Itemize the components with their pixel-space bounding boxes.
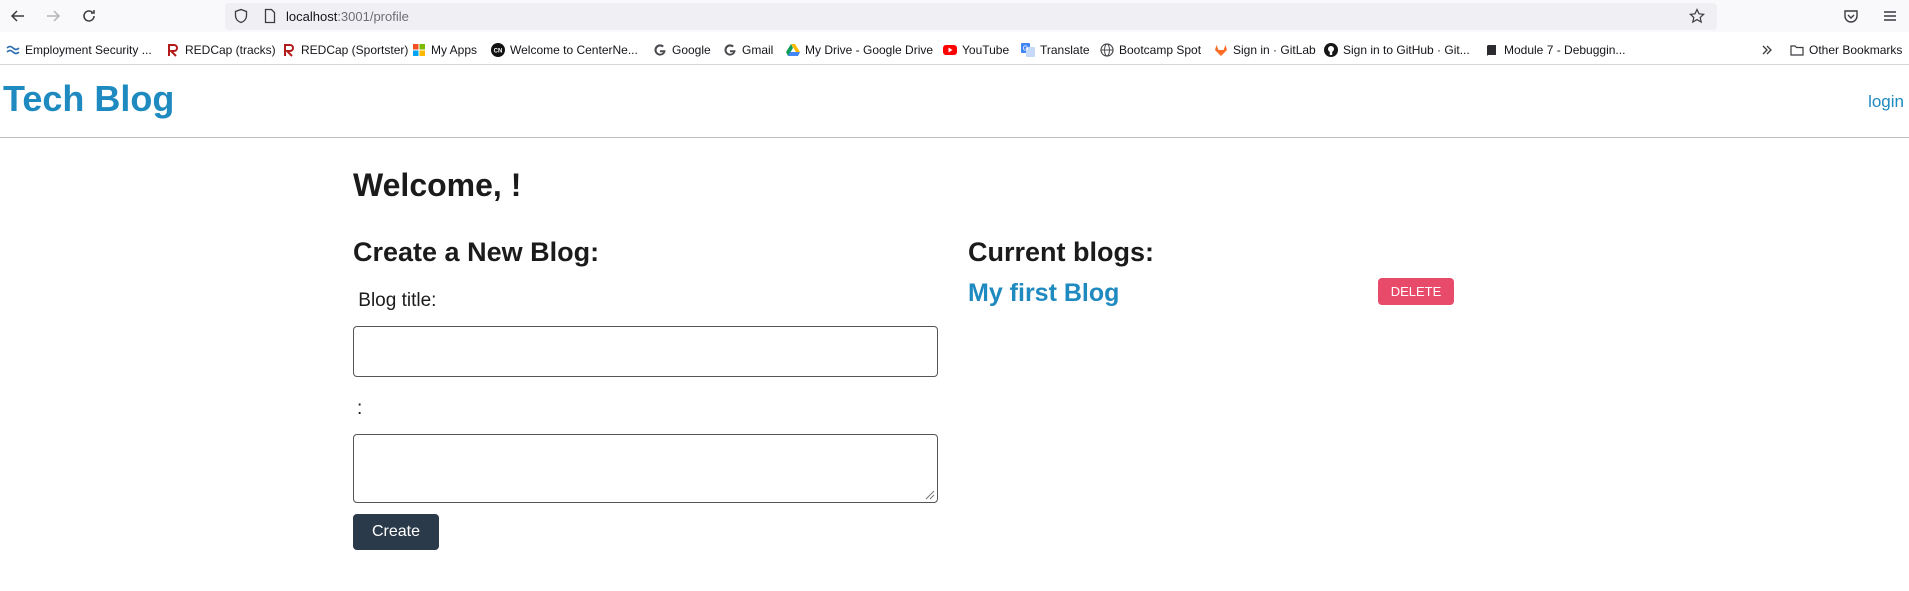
blog-content-textarea[interactable]	[353, 434, 938, 503]
other-bookmarks[interactable]: Other Bookmarks	[1790, 41, 1902, 59]
bookmark-gitlab[interactable]: Sign in · GitLab	[1214, 41, 1316, 59]
cn-icon: CN	[491, 43, 505, 57]
browser-toolbar: localhost:3001/profile	[0, 0, 1909, 32]
bookmark-employment-security[interactable]: Employment Security ...	[6, 41, 152, 59]
redcap-icon	[168, 44, 178, 57]
globe-icon	[1100, 43, 1114, 57]
create-blog-heading: Create a New Blog:	[353, 237, 600, 267]
wave-icon	[6, 45, 20, 55]
resize-grip-icon[interactable]	[925, 490, 935, 500]
bookmark-redcap-tracks[interactable]: REDCap (tracks)	[166, 41, 276, 59]
bookmark-bootcamp-spot[interactable]: Bootcamp Spot	[1100, 41, 1201, 59]
translate-icon: G	[1021, 43, 1035, 57]
bookmark-gmail[interactable]: Gmail	[723, 41, 773, 59]
delete-button[interactable]: DELETE	[1378, 278, 1454, 305]
blog-title-label: Blog title:	[353, 290, 437, 311]
github-icon	[1324, 43, 1338, 57]
star-icon[interactable]	[1689, 8, 1705, 24]
arrow-left-icon	[10, 10, 24, 22]
bookmarks-bar: Employment Security ... REDCap (tracks) …	[0, 38, 1909, 62]
youtube-icon	[943, 45, 957, 55]
reload-icon	[83, 10, 95, 22]
create-button[interactable]: Create	[353, 514, 439, 550]
menu-icon[interactable]	[1882, 8, 1898, 24]
bookmark-translate[interactable]: G Translate	[1021, 41, 1090, 59]
page-title: Welcome, !	[353, 167, 522, 203]
blog-title-input[interactable]	[353, 326, 938, 377]
google-icon	[724, 44, 736, 56]
address-bar[interactable]: localhost:3001/profile	[225, 3, 1717, 30]
url-text[interactable]: localhost:3001/profile	[286, 9, 409, 24]
site-header: Tech Blog login	[0, 65, 1909, 138]
login-link[interactable]: login	[1868, 92, 1904, 112]
forward-button[interactable]	[40, 4, 66, 28]
bookmark-module-7[interactable]: Module 7 - Debuggin...	[1485, 41, 1625, 59]
current-blogs-heading: Current blogs:	[968, 237, 1154, 267]
bookmark-centernet[interactable]: CN Welcome to CenterNe...	[491, 41, 638, 59]
apps-grid-icon	[413, 44, 425, 56]
svg-text:CN: CN	[494, 49, 503, 55]
site-title[interactable]: Tech Blog	[3, 78, 174, 120]
bookmark-google-drive[interactable]: My Drive - Google Drive	[786, 41, 933, 59]
pocket-icon[interactable]	[1843, 8, 1859, 24]
redcap-icon	[284, 44, 294, 57]
bookmark-youtube[interactable]: YouTube	[943, 41, 1009, 59]
bookmark-redcap-sportster[interactable]: REDCap (Sportster)	[282, 41, 408, 59]
drive-icon	[786, 44, 800, 56]
page-icon[interactable]	[262, 8, 278, 24]
google-icon	[654, 44, 666, 56]
arrow-right-icon	[47, 10, 61, 22]
more-bookmarks-button[interactable]	[1760, 41, 1779, 59]
reload-button[interactable]	[76, 4, 102, 28]
blog-content-label: :	[357, 398, 363, 419]
bookmark-github[interactable]: Sign in to GitHub · Git...	[1324, 41, 1470, 59]
book-icon	[1487, 45, 1496, 56]
back-button[interactable]	[5, 4, 31, 28]
shield-icon[interactable]	[233, 8, 249, 24]
gitlab-icon	[1215, 45, 1227, 56]
double-chevron-right-icon	[1762, 45, 1772, 55]
blog-link[interactable]: My first Blog	[968, 279, 1119, 308]
bookmark-my-apps[interactable]: My Apps	[412, 41, 477, 59]
svg-text:G: G	[1023, 46, 1028, 53]
folder-icon	[1790, 45, 1804, 56]
bookmark-google[interactable]: Google	[653, 41, 711, 59]
